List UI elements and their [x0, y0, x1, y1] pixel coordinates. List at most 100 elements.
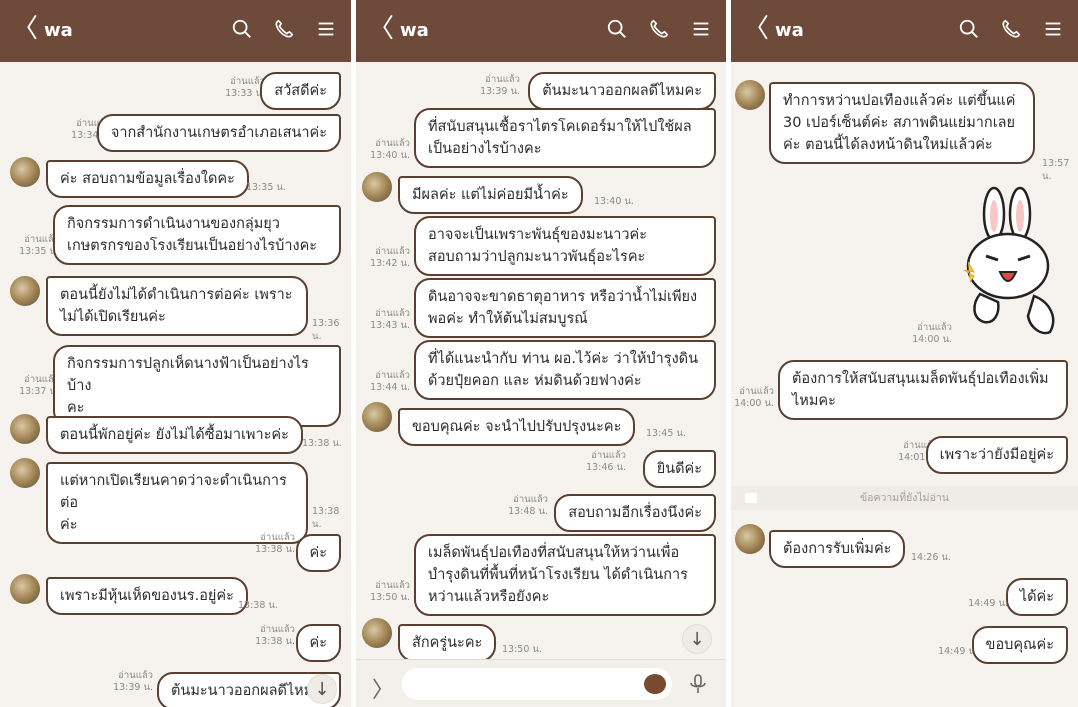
- menu-icon[interactable]: [315, 18, 337, 40]
- message-line: อาจจะเป็นเพราะพันธุ์ของมะนาวค่ะ: [428, 227, 647, 243]
- chat-header: 〈 wa: [0, 0, 351, 62]
- message-time: 13:36 น.: [312, 318, 340, 342]
- message-time: 13:38 น.: [302, 438, 342, 449]
- message-time: 13:45 น.: [646, 428, 686, 439]
- incoming-message[interactable]: ค่ะ สอบถามข้อมูลเรื่องใดคะ: [46, 160, 249, 198]
- message-line: ไหมคะ: [792, 393, 836, 409]
- message-line: เกษตรกรของโรงเรียนเป็นอย่างไรบ้างคะ: [67, 238, 318, 254]
- outgoing-message[interactable]: อาจจะเป็นเพราะพันธุ์ของมะนาวค่ะ สอบถามว่…: [414, 216, 716, 276]
- outgoing-message[interactable]: ที่ได้แนะนำกับ ท่าน ผอ.ไว้ค่ะ ว่าให้บำรุ…: [414, 340, 716, 400]
- message-line: ตอนนี้ยังไม่ได้ดำเนินการต่อค่ะ เพราะ: [60, 287, 293, 303]
- chat-panel-3: 〈 wa ทำการหว่านปอเทืองแล้วค่ะ แต่ขึ้นแค่…: [731, 0, 1078, 707]
- rabbit-sticker[interactable]: [950, 186, 1068, 338]
- chat-panel-2: 〈 wa อ่านแล้ว 13:39 น. ต้นมะนาวออกผลดีไหม…: [356, 0, 726, 707]
- message-line: พอค่ะ ทำให้ต้นไม่สมบูรณ์: [428, 311, 588, 327]
- outgoing-message[interactable]: ต้องการให้สนับสนุนเมล็ดพันธุ์ปอเทืองเพิ่…: [778, 360, 1068, 420]
- phone-icon[interactable]: [1000, 18, 1022, 40]
- outgoing-message[interactable]: ที่สนับสนุนเชื้อราไตรโคเดอร์มาให้ไปใช้ผล…: [414, 108, 716, 168]
- message-line: 30 เปอร์เซ็นต์ค่ะ สภาพดินแย่มากเลย: [783, 115, 1016, 131]
- avatar[interactable]: [10, 414, 40, 444]
- outgoing-message[interactable]: ได้ค่ะ: [1005, 578, 1068, 616]
- outgoing-message[interactable]: ต้นมะนาวออกผลดีไหมคะ: [528, 72, 716, 110]
- outgoing-message[interactable]: สวัสดีค่ะ: [260, 72, 341, 110]
- message-meta: อ่านแล้ว 13:39 น.: [480, 74, 520, 97]
- outgoing-message[interactable]: ยินดีค่ะ: [642, 450, 716, 488]
- outgoing-message[interactable]: ค่ะ: [295, 624, 341, 662]
- message-line: ที่ได้แนะนำกับ ท่าน ผอ.ไว้ค่ะ ว่าให้บำรุ…: [428, 351, 698, 367]
- avatar[interactable]: [735, 80, 765, 110]
- message-time: 13:38 น.: [312, 506, 340, 530]
- search-icon[interactable]: [606, 18, 628, 40]
- outgoing-message[interactable]: เพราะว่ายังมีอยู่ค่ะ: [925, 436, 1068, 474]
- chevron-right-icon[interactable]: 〉: [372, 672, 394, 704]
- unread-divider: ข้อความที่ยังไม่อ่าน: [731, 486, 1078, 510]
- incoming-message[interactable]: เพราะมีหุ้นเห็ดของนร.อยู่ค่ะ: [46, 577, 248, 615]
- search-icon[interactable]: [958, 18, 980, 40]
- message-time: 13:40 น.: [594, 196, 634, 207]
- outgoing-message[interactable]: จากสำนักงานเกษตรอำเภอเสนาค่ะ: [96, 114, 341, 152]
- message-line: กิจกรรมการปลูกเห็ดนางฟ้าเป็นอย่างไรบ้าง: [67, 356, 309, 394]
- unread-tag-icon: [745, 493, 757, 503]
- outgoing-message[interactable]: กิจกรรมการปลูกเห็ดนางฟ้าเป็นอย่างไรบ้าง …: [53, 345, 341, 427]
- message-line: ต้องการให้สนับสนุนเมล็ดพันธุ์ปอเทืองเพิ่…: [792, 371, 1049, 387]
- outgoing-message[interactable]: ขอบคุณค่ะ: [971, 626, 1068, 664]
- back-arrow-icon[interactable]: 〈: [368, 14, 394, 44]
- menu-icon[interactable]: [690, 18, 712, 40]
- message-meta: อ่านแล้ว 13:44 น.: [370, 370, 410, 393]
- message-meta: อ่านแล้ว 13:46 น.: [586, 450, 626, 473]
- message-meta: อ่านแล้ว 13:38 น.: [255, 624, 295, 647]
- menu-icon[interactable]: [1042, 18, 1064, 40]
- avatar[interactable]: [10, 458, 40, 488]
- outgoing-message[interactable]: ค่ะ: [295, 534, 341, 572]
- search-icon[interactable]: [231, 18, 253, 40]
- message-input[interactable]: [402, 668, 672, 700]
- message-meta: อ่านแล้ว 13:43 น.: [370, 308, 410, 331]
- avatar[interactable]: [735, 524, 765, 554]
- avatar[interactable]: [10, 574, 40, 604]
- message-meta: อ่านแล้ว 14:00 น.: [912, 322, 952, 345]
- back-arrow-icon[interactable]: 〈: [743, 14, 769, 44]
- message-meta: อ่านแล้ว 13:48 น.: [508, 494, 548, 517]
- message-time: 14:49 น.: [968, 598, 1008, 609]
- avatar[interactable]: [362, 618, 392, 648]
- avatar[interactable]: [362, 402, 392, 432]
- incoming-message[interactable]: สักครู่นะคะ: [398, 624, 497, 662]
- outgoing-message[interactable]: กิจกรรมการดำเนินงานของกลุ่มยุว เกษตรกรขอ…: [53, 205, 341, 265]
- mic-icon[interactable]: [686, 672, 710, 696]
- message-time: 13:35 น.: [246, 182, 286, 193]
- message-meta: อ่านแล้ว 13:50 น.: [370, 580, 410, 603]
- message-line: หว่านแล้วหรือยังคะ: [428, 589, 550, 605]
- message-meta: อ่านแล้ว 14:00 น.: [734, 386, 774, 409]
- outgoing-message[interactable]: เมล็ดพันธุ์ปอเทืองที่สนับสนุนให้หว่านเพื…: [414, 534, 716, 616]
- chat-panel-1: 〈 wa อ่านแล้ว 13:33 น. สวัสดีค่ะ อ่านแล้ว…: [0, 0, 351, 707]
- message-meta: อ่านแล้ว 13:40 น.: [370, 138, 410, 161]
- incoming-message[interactable]: ขอบคุณค่ะ จะนำไปปรับปรุงนะคะ: [398, 408, 636, 446]
- outgoing-message[interactable]: สอบถามอีกเรื่องนึงค่ะ: [554, 494, 716, 532]
- avatar[interactable]: [10, 276, 40, 306]
- sticker-icon[interactable]: [644, 674, 666, 694]
- message-line: เป็นอย่างไรบ้างคะ: [428, 141, 542, 157]
- message-line: เมล็ดพันธุ์ปอเทืองที่สนับสนุนให้หว่านเพื…: [428, 545, 680, 561]
- incoming-message[interactable]: ทำการหว่านปอเทืองแล้วค่ะ แต่ขึ้นแค่ 30 เ…: [769, 82, 1035, 164]
- outgoing-message[interactable]: ดินอาจจะขาดธาตุอาหาร หรือว่าน้ำไม่เพียง …: [414, 278, 716, 338]
- incoming-message[interactable]: ตอนนี้พักอยู่ค่ะ ยังไม่ได้ซื้อมาเพาะค่ะ: [46, 416, 303, 454]
- message-line: ทำการหว่านปอเทืองแล้วค่ะ แต่ขึ้นแค่: [783, 93, 1016, 109]
- message-input-bar: 〉: [356, 659, 726, 707]
- message-time: 13:38 น.: [238, 600, 278, 611]
- back-arrow-icon[interactable]: 〈: [12, 14, 38, 44]
- incoming-message[interactable]: ต้องการรับเพิ่มค่ะ: [769, 530, 906, 568]
- phone-icon[interactable]: [273, 18, 295, 40]
- message-line: สอบถามว่าปลูกมะนาวพันธุ์อะไรคะ: [428, 249, 646, 265]
- message-meta: อ่านแล้ว 13:33 น.: [225, 76, 265, 99]
- message-meta: อ่านแล้ว 13:42 น.: [370, 246, 410, 269]
- chat-header: 〈 wa: [356, 0, 726, 62]
- message-time: 13:50 น.: [502, 644, 542, 655]
- avatar[interactable]: [362, 172, 392, 202]
- arrow-down-icon[interactable]: ↓: [682, 624, 712, 654]
- incoming-message[interactable]: มีผลค่ะ แต่ไม่ค่อยมีน้ำค่ะ: [398, 176, 583, 214]
- arrow-down-icon[interactable]: ↓: [307, 674, 337, 704]
- avatar[interactable]: [10, 157, 40, 187]
- phone-icon[interactable]: [648, 18, 670, 40]
- incoming-message[interactable]: ตอนนี้ยังไม่ได้ดำเนินการต่อค่ะ เพราะ ไม่…: [46, 276, 308, 336]
- chat-title: wa: [400, 20, 429, 41]
